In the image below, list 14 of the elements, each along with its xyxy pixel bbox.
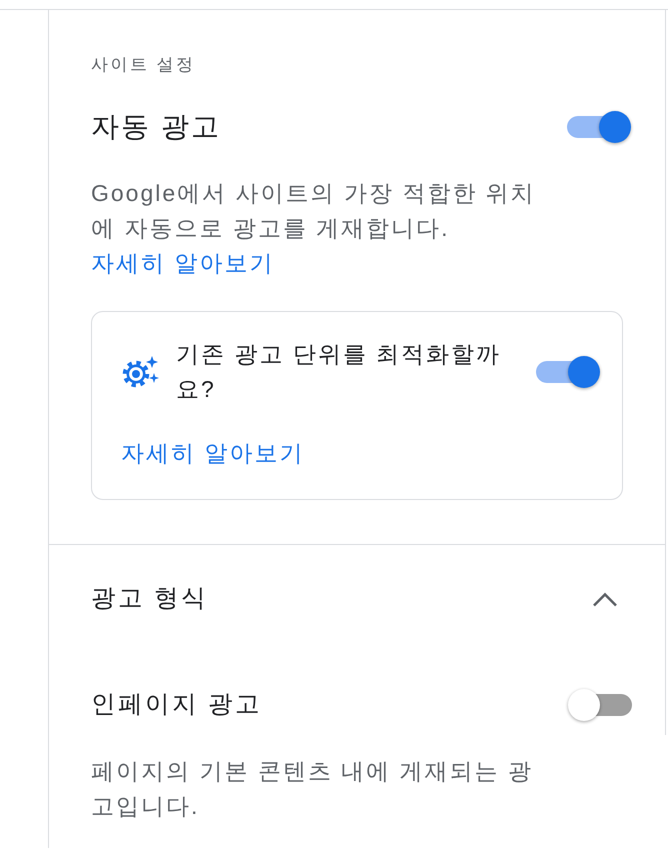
toggle-switch[interactable] xyxy=(536,355,600,389)
toggle-switch[interactable] xyxy=(567,110,631,144)
section-heading: 광고 형식 xyxy=(91,584,208,614)
card-text: 기존 광고 단위를 최적화할까요? xyxy=(176,340,502,404)
gear-sparkle-icon xyxy=(121,354,159,390)
description-text: 페이지의 기본 콘텐츠 내에 게재되는 광고입니다. xyxy=(91,757,534,821)
learn-more-link[interactable]: 자세히 알아보기 xyxy=(91,250,274,276)
chevron-up-icon[interactable] xyxy=(592,592,618,606)
learn-more-link[interactable]: 자세히 알아보기 xyxy=(121,436,304,471)
description-text: Google에서 사이트의 가장 적합한 위치에 자동으로 광고를 게재합니다. 자세히 알아보기 xyxy=(91,179,537,278)
section-title: 자동 광고 xyxy=(91,110,221,144)
section-label: 사이트 설정 xyxy=(91,55,197,75)
toggle-switch[interactable] xyxy=(568,688,632,722)
format-name: 인페이지 광고 xyxy=(91,690,262,720)
